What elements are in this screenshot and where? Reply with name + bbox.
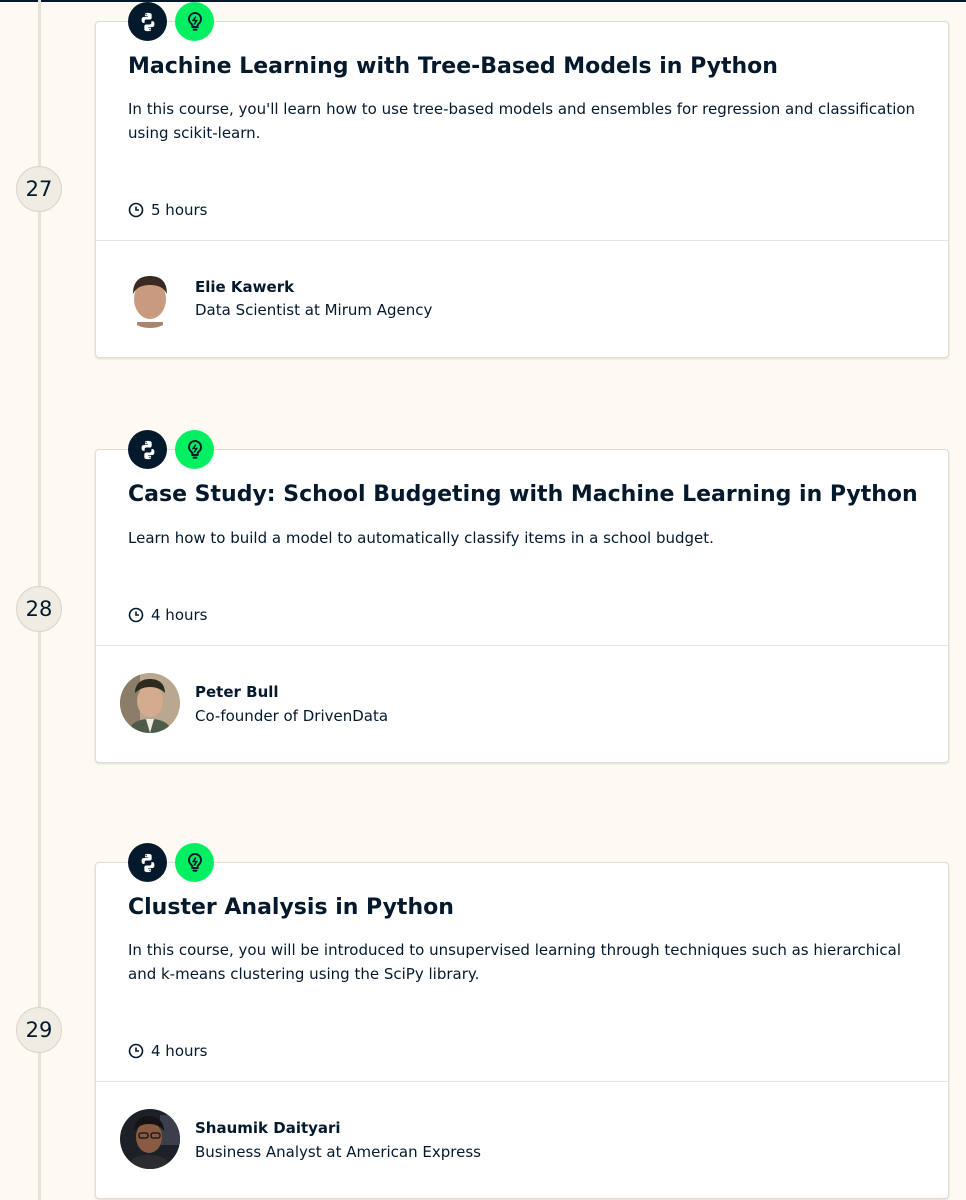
course-card[interactable]: Cluster Analysis in Python In this cours… xyxy=(95,843,949,1199)
course-description: Learn how to build a model to automatica… xyxy=(128,529,714,547)
step-number-27: 27 xyxy=(16,166,62,212)
instructor-avatar xyxy=(120,268,180,328)
course-description: In this course, you'll learn how to use … xyxy=(128,100,916,142)
lightbulb-icon xyxy=(175,2,214,41)
python-icon xyxy=(128,430,167,469)
instructor-name[interactable]: Elie Kawerk xyxy=(195,278,294,296)
python-icon xyxy=(128,843,167,882)
course-title[interactable]: Machine Learning with Tree-Based Models … xyxy=(128,54,778,79)
instructor-name[interactable]: Peter Bull xyxy=(195,683,279,701)
course-badges xyxy=(128,843,214,882)
course-duration: 4 hours xyxy=(128,1042,207,1060)
duration-label: 4 hours xyxy=(151,1042,208,1060)
instructor-role: Data Scientist at Mirum Agency xyxy=(195,301,433,319)
course-badges xyxy=(128,430,214,469)
card-divider xyxy=(96,645,948,646)
clock-icon xyxy=(128,202,144,218)
step-number-29: 29 xyxy=(16,1007,62,1053)
duration-label: 5 hours xyxy=(151,201,208,219)
course-title[interactable]: Cluster Analysis in Python xyxy=(128,895,454,920)
python-icon xyxy=(128,2,167,41)
duration-label: 4 hours xyxy=(151,606,208,624)
instructor-role: Co-founder of DrivenData xyxy=(195,707,389,725)
step-number-28: 28 xyxy=(16,586,62,632)
course-card[interactable]: Case Study: School Budgeting with Machin… xyxy=(95,430,949,763)
lightbulb-icon xyxy=(175,430,214,469)
instructor-role: Business Analyst at American Express xyxy=(195,1143,481,1161)
card-divider xyxy=(96,1081,948,1082)
card-divider xyxy=(96,240,948,241)
course-title[interactable]: Case Study: School Budgeting with Machin… xyxy=(128,482,918,507)
instructor-avatar xyxy=(120,1109,180,1169)
course-description: In this course, you will be introduced t… xyxy=(128,941,902,983)
course-duration: 4 hours xyxy=(128,606,207,624)
course-card[interactable]: Machine Learning with Tree-Based Models … xyxy=(95,2,949,358)
clock-icon xyxy=(128,607,144,623)
clock-icon xyxy=(128,1043,144,1059)
instructor-name[interactable]: Shaumik Daityari xyxy=(195,1119,341,1137)
instructor-avatar xyxy=(120,673,180,733)
course-badges xyxy=(128,2,214,41)
course-duration: 5 hours xyxy=(128,201,207,219)
lightbulb-icon xyxy=(175,843,214,882)
